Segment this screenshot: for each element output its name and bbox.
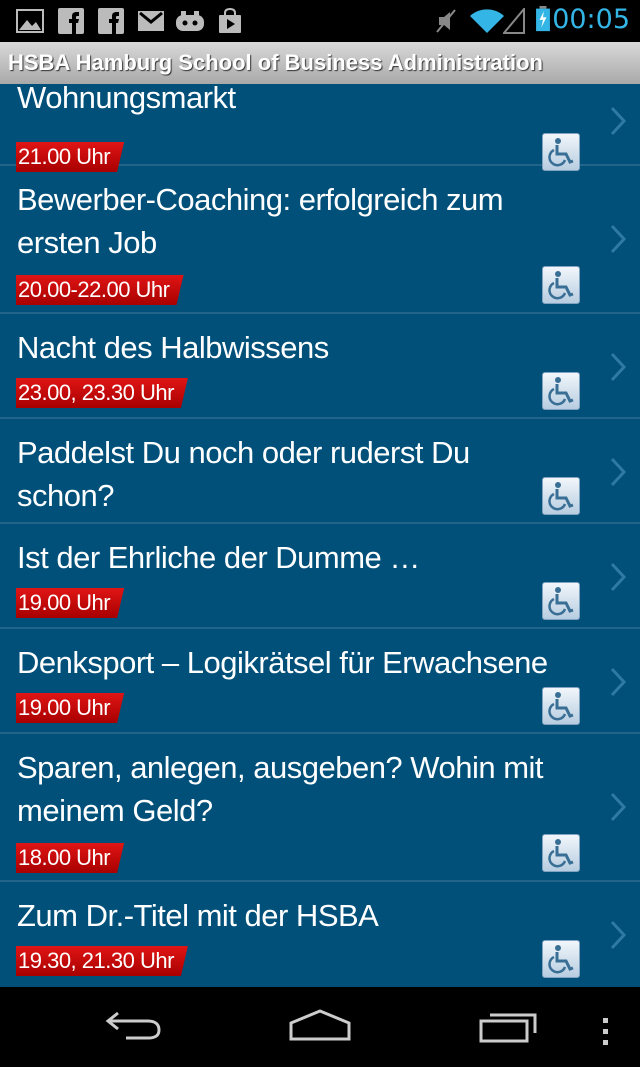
list-item[interactable]: Nacht des Halbwissens 23.00, 23.30 Uhr [0, 314, 640, 419]
event-title: Nacht des Halbwissens [17, 330, 329, 365]
shopping-bag-icon [219, 8, 241, 33]
recent-apps-icon[interactable] [478, 1005, 540, 1045]
gmail-icon [138, 11, 164, 31]
chevron-right-icon [610, 224, 627, 254]
list-item[interactable]: Sparen, anlegen, ausgeben? Wohin mit mei… [0, 734, 640, 882]
wifi-icon [470, 9, 504, 33]
chevron-right-icon [610, 667, 627, 697]
event-time-badge: 23.00, 23.30 Uhr [16, 378, 188, 408]
event-list[interactable]: Wohnungsmarkt 21.00 Uhr Bewerber-Coachin… [0, 84, 640, 987]
wheelchair-accessible-icon [542, 477, 580, 515]
event-title: Sparen, anlegen, ausgeben? Wohin mit mei… [17, 750, 544, 828]
event-title: Ist der Ehrliche der Dumme … [17, 540, 420, 575]
chevron-right-icon [610, 457, 627, 487]
wheelchair-accessible-icon [542, 582, 580, 620]
chevron-right-icon [610, 106, 627, 136]
list-item[interactable]: Zum Dr.-Titel mit der HSBA 19.30, 21.30 … [0, 882, 640, 987]
wheelchair-accessible-icon [542, 687, 580, 725]
chevron-right-icon [610, 920, 627, 950]
wheelchair-accessible-icon [542, 834, 580, 872]
facebook-icon [98, 8, 124, 34]
list-item[interactable]: Wohnungsmarkt 21.00 Uhr [0, 84, 640, 166]
chevron-right-icon [610, 562, 627, 592]
app-title: HSBA Hamburg School of Business Administ… [8, 50, 543, 75]
gallery-icon [16, 9, 44, 33]
overflow-menu-icon[interactable] [600, 1017, 612, 1047]
back-icon[interactable] [104, 1005, 162, 1045]
muted-icon [436, 9, 456, 33]
action-bar: HSBA Hamburg School of Business Administ… [0, 42, 640, 84]
wheelchair-accessible-icon [542, 266, 580, 304]
event-time-badge: 20.00-22.00 Uhr [16, 275, 184, 305]
status-bar: 00:05 [0, 0, 640, 42]
signal-icon [503, 8, 525, 34]
event-title: Paddelst Du noch oder ruderst Du schon? [17, 435, 470, 513]
clock: 00:05 [552, 4, 630, 35]
event-title: Denksport – Logikrätsel für Erwachsene [17, 645, 548, 680]
event-title: Wohnungsmarkt [17, 84, 236, 115]
game-controller-icon [176, 11, 204, 31]
navigation-bar [0, 987, 640, 1067]
event-title: Bewerber-Coaching: erfolgreich zum erste… [17, 182, 504, 260]
chevron-right-icon [610, 352, 627, 382]
event-time-badge: 18.00 Uhr [16, 843, 124, 873]
event-title: Zum Dr.-Titel mit der HSBA [17, 898, 379, 933]
list-item[interactable]: Bewerber-Coaching: erfolgreich zum erste… [0, 166, 640, 314]
facebook-icon [58, 8, 84, 34]
list-item[interactable]: Denksport – Logikrätsel für Erwachsene 1… [0, 629, 640, 734]
wheelchair-accessible-icon [542, 372, 580, 410]
event-time-badge: 19.00 Uhr [16, 693, 124, 723]
list-item[interactable]: Ist der Ehrliche der Dumme … 19.00 Uhr [0, 524, 640, 629]
list-item[interactable]: Paddelst Du noch oder ruderst Du schon? [0, 419, 640, 524]
event-time-badge: 19.30, 21.30 Uhr [16, 946, 188, 976]
event-time-badge: 19.00 Uhr [16, 588, 124, 618]
battery-charging-icon [536, 6, 550, 32]
chevron-right-icon [610, 792, 627, 822]
home-icon[interactable] [288, 1005, 352, 1045]
wheelchair-accessible-icon [542, 940, 580, 978]
